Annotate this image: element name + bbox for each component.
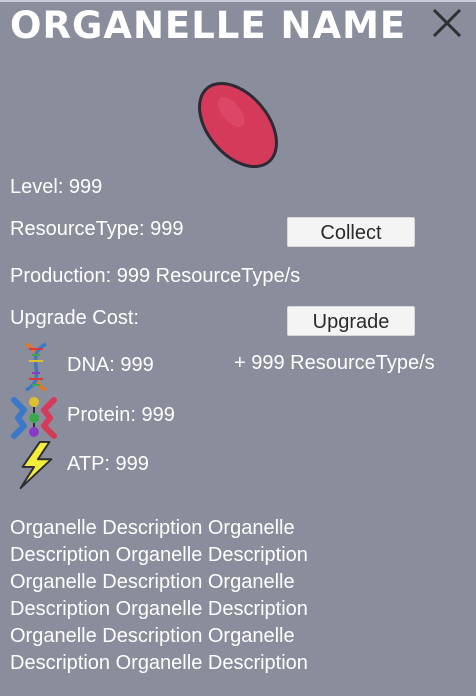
protein-icon [11,397,57,439]
protein-cost-text: Protein: 999 [67,404,175,426]
production-text: Production: 999 ResourceType/s [10,265,301,287]
organelle-icon [198,81,278,169]
resource-text: ResourceType: 999 [10,218,184,240]
top-border [0,0,476,2]
level-text: Level: 999 [10,176,103,198]
upgrade-cost-label: Upgrade Cost: [10,307,139,329]
upgrade-bonus-text: + 999 ResourceType/s [234,352,435,374]
dna-icon [25,342,47,392]
upgrade-button[interactable]: Upgrade [287,306,415,336]
collect-button[interactable]: Collect [287,217,415,247]
dna-cost-text: DNA: 999 [67,354,154,376]
close-button[interactable]: X [430,6,464,40]
organelle-description: Organelle Description Organelle Descript… [10,517,308,674]
atp-cost-text: ATP: 999 [67,453,149,475]
organelle-title: ORGANELLE NAME [10,4,407,47]
atp-lightning-icon [19,440,53,490]
